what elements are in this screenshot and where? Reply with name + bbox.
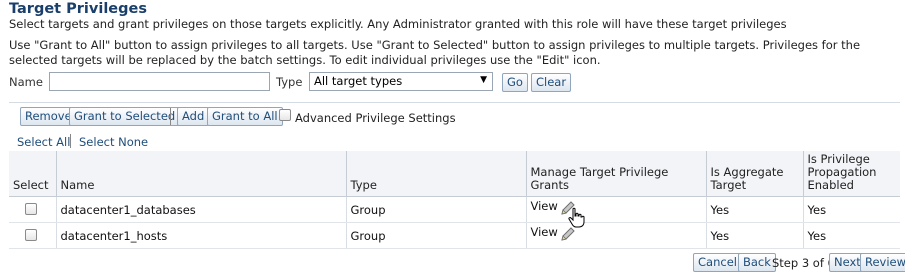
toolbar-separator [170, 108, 171, 125]
table-row[interactable]: datacenter1_hosts Group View Yes Yes [9, 222, 900, 249]
row-select-cell [9, 222, 56, 249]
row-name: datacenter1_hosts [55, 222, 346, 249]
page-description: Select targets and grant privileges on t… [9, 17, 787, 31]
pencil-icon[interactable] [559, 225, 577, 243]
grant-to-all-button[interactable]: Grant to All [207, 107, 283, 126]
row-aggregate: Yes [705, 222, 803, 249]
advanced-privilege-label: Advanced Privilege Settings [295, 111, 456, 125]
row-aggregate: Yes [705, 196, 803, 223]
type-select[interactable]: All target types ▼ [309, 72, 493, 91]
row-manage-cell: View [525, 196, 706, 228]
go-button[interactable]: Go [502, 73, 528, 92]
row-checkbox[interactable] [25, 229, 37, 241]
type-label: Type [276, 75, 303, 89]
col-header-manage: Manage Target Privilege Grants [525, 151, 706, 197]
clear-button[interactable]: Clear [531, 73, 572, 92]
row-propagation: Yes [802, 222, 900, 249]
row-checkbox[interactable] [25, 203, 37, 215]
col-header-type[interactable]: Type [345, 151, 526, 197]
chevron-down-icon: ▼ [480, 75, 487, 85]
col-header-select: Select [9, 151, 56, 197]
row-propagation: Yes [802, 196, 900, 223]
row-select-cell [9, 196, 56, 223]
view-link[interactable]: View [531, 225, 558, 239]
add-button[interactable]: Add [177, 107, 210, 126]
targets-table: Select Name Type Manage Target Privilege… [9, 151, 900, 249]
col-header-name[interactable]: Name [55, 151, 346, 197]
table-row[interactable]: datacenter1_databases Group View Yes Yes [9, 196, 900, 228]
row-type: Group [345, 196, 526, 223]
select-all-link[interactable]: Select All [17, 135, 70, 149]
select-separator [70, 134, 71, 148]
table-header-row: Select Name Type Manage Target Privilege… [9, 151, 900, 197]
name-label: Name [9, 75, 43, 89]
view-link[interactable]: View [531, 199, 558, 213]
col-header-aggregate: Is Aggregate Target [705, 151, 803, 197]
select-none-link[interactable]: Select None [79, 135, 148, 149]
row-manage-cell: View [525, 222, 706, 249]
row-type: Group [345, 222, 526, 249]
type-select-value: All target types [314, 74, 403, 88]
page-instructions: Use "Grant to All" button to assign priv… [9, 38, 861, 67]
step-indicator: Step 3 of 6 [772, 256, 835, 270]
review-button[interactable]: Review [860, 253, 905, 272]
back-button[interactable]: Back [738, 253, 776, 272]
advanced-privilege-checkbox[interactable] [279, 109, 291, 121]
page-title: Target Privileges [9, 1, 147, 17]
cancel-button[interactable]: Cancel [693, 253, 742, 272]
row-name: datacenter1_databases [55, 196, 346, 223]
col-header-propagation: Is Privilege Propagation Enabled [802, 151, 900, 197]
name-input[interactable] [49, 72, 270, 91]
grant-to-selected-button[interactable]: Grant to Selected [69, 107, 181, 126]
